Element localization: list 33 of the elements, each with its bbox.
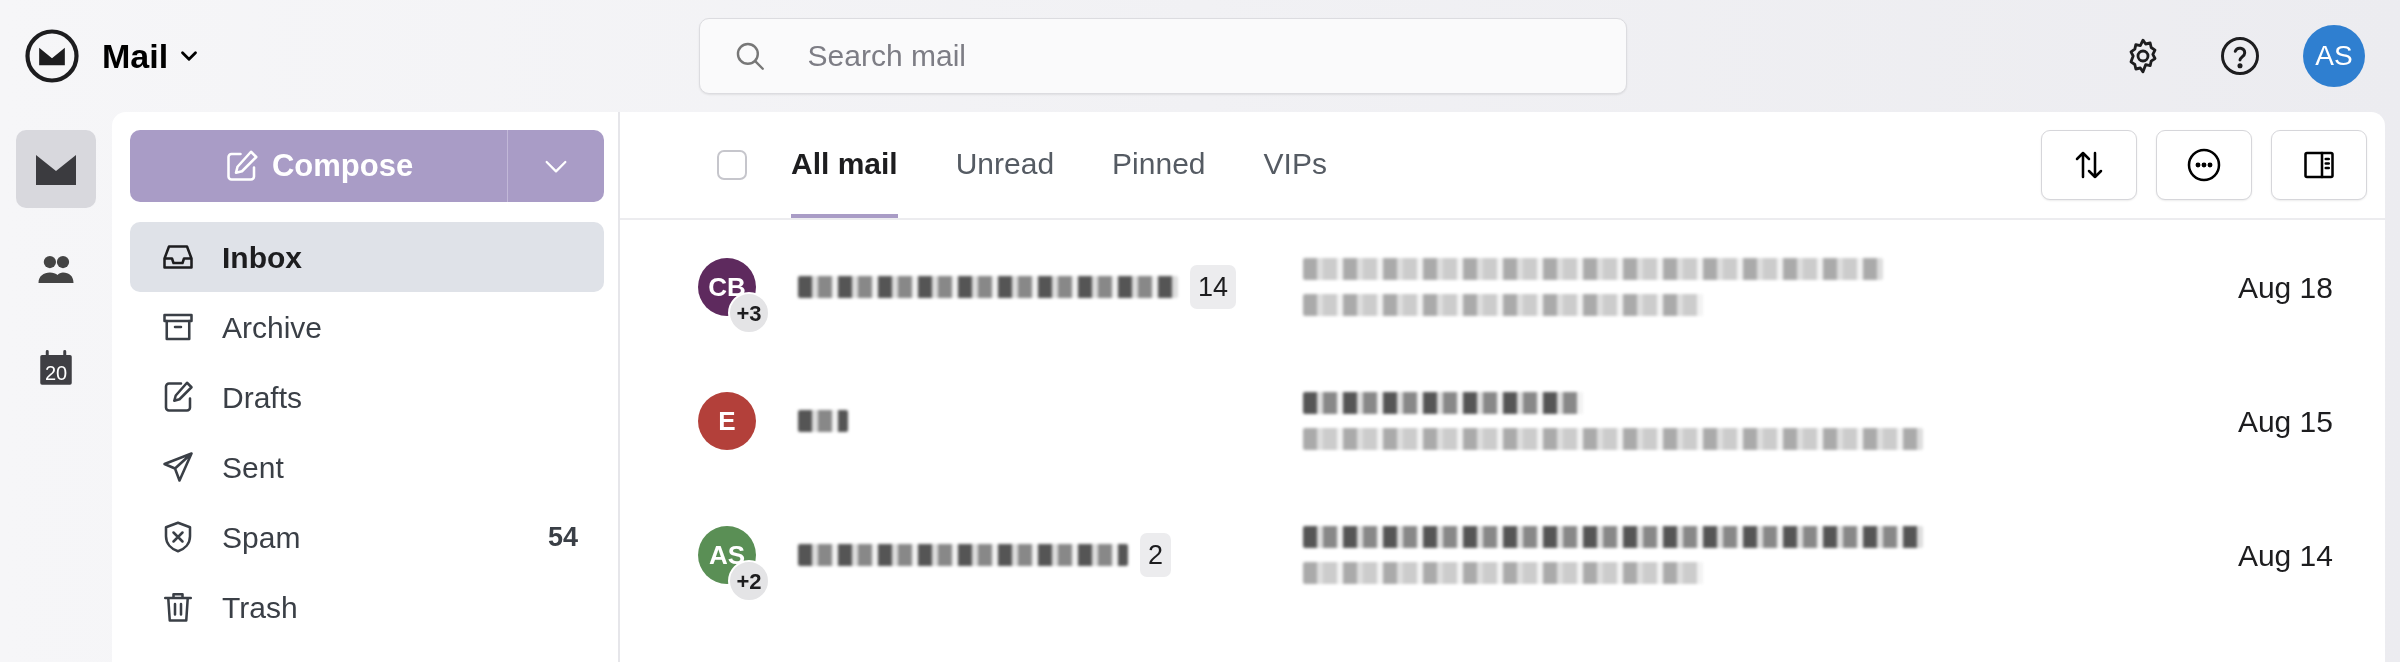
app-switcher[interactable]: Mail	[102, 30, 203, 82]
message-date: Aug 14	[2237, 537, 2333, 574]
calendar-day: 20	[42, 362, 70, 384]
folder-item[interactable]: Inbox	[130, 222, 604, 292]
thread-count: 2	[1140, 532, 1172, 578]
redacted-text	[798, 410, 848, 432]
sender-avatar: E	[698, 392, 756, 450]
sent-icon	[160, 449, 196, 485]
sort-button[interactable]	[2041, 130, 2137, 200]
reading-pane-button[interactable]	[2271, 130, 2367, 200]
folder-count: 54	[547, 520, 578, 554]
more-button[interactable]	[2156, 130, 2252, 200]
folder-item[interactable]: Spam 54	[130, 502, 604, 572]
user-avatar[interactable]: AS	[2303, 25, 2365, 87]
filter-tab[interactable]: All mail	[791, 112, 898, 218]
help-icon[interactable]	[2219, 35, 2261, 77]
message-date: Aug 15	[2237, 403, 2333, 440]
search-field[interactable]: Search mail	[698, 18, 1627, 94]
logo-icon	[24, 28, 80, 84]
more-icon	[2186, 147, 2222, 183]
message-row[interactable]: E Aug 15	[620, 354, 2385, 488]
rail-calendar-button[interactable]: 20	[16, 330, 96, 408]
filter-tab[interactable]: VIPs	[1263, 112, 1327, 218]
folder-item[interactable]: Drafts	[130, 362, 604, 432]
folder-item[interactable]: Sent	[130, 432, 604, 502]
thread-count: 14	[1190, 264, 1237, 310]
rail-mail-button[interactable]	[16, 130, 96, 208]
filter-tab[interactable]: Unread	[955, 112, 1055, 218]
folder-item[interactable]: Trash	[130, 572, 604, 642]
select-all-checkbox[interactable]	[717, 150, 747, 180]
folder-item[interactable]: Archive	[130, 292, 604, 362]
filter-tab[interactable]: Pinned	[1112, 112, 1206, 218]
message-date: Aug 18	[2237, 269, 2333, 306]
